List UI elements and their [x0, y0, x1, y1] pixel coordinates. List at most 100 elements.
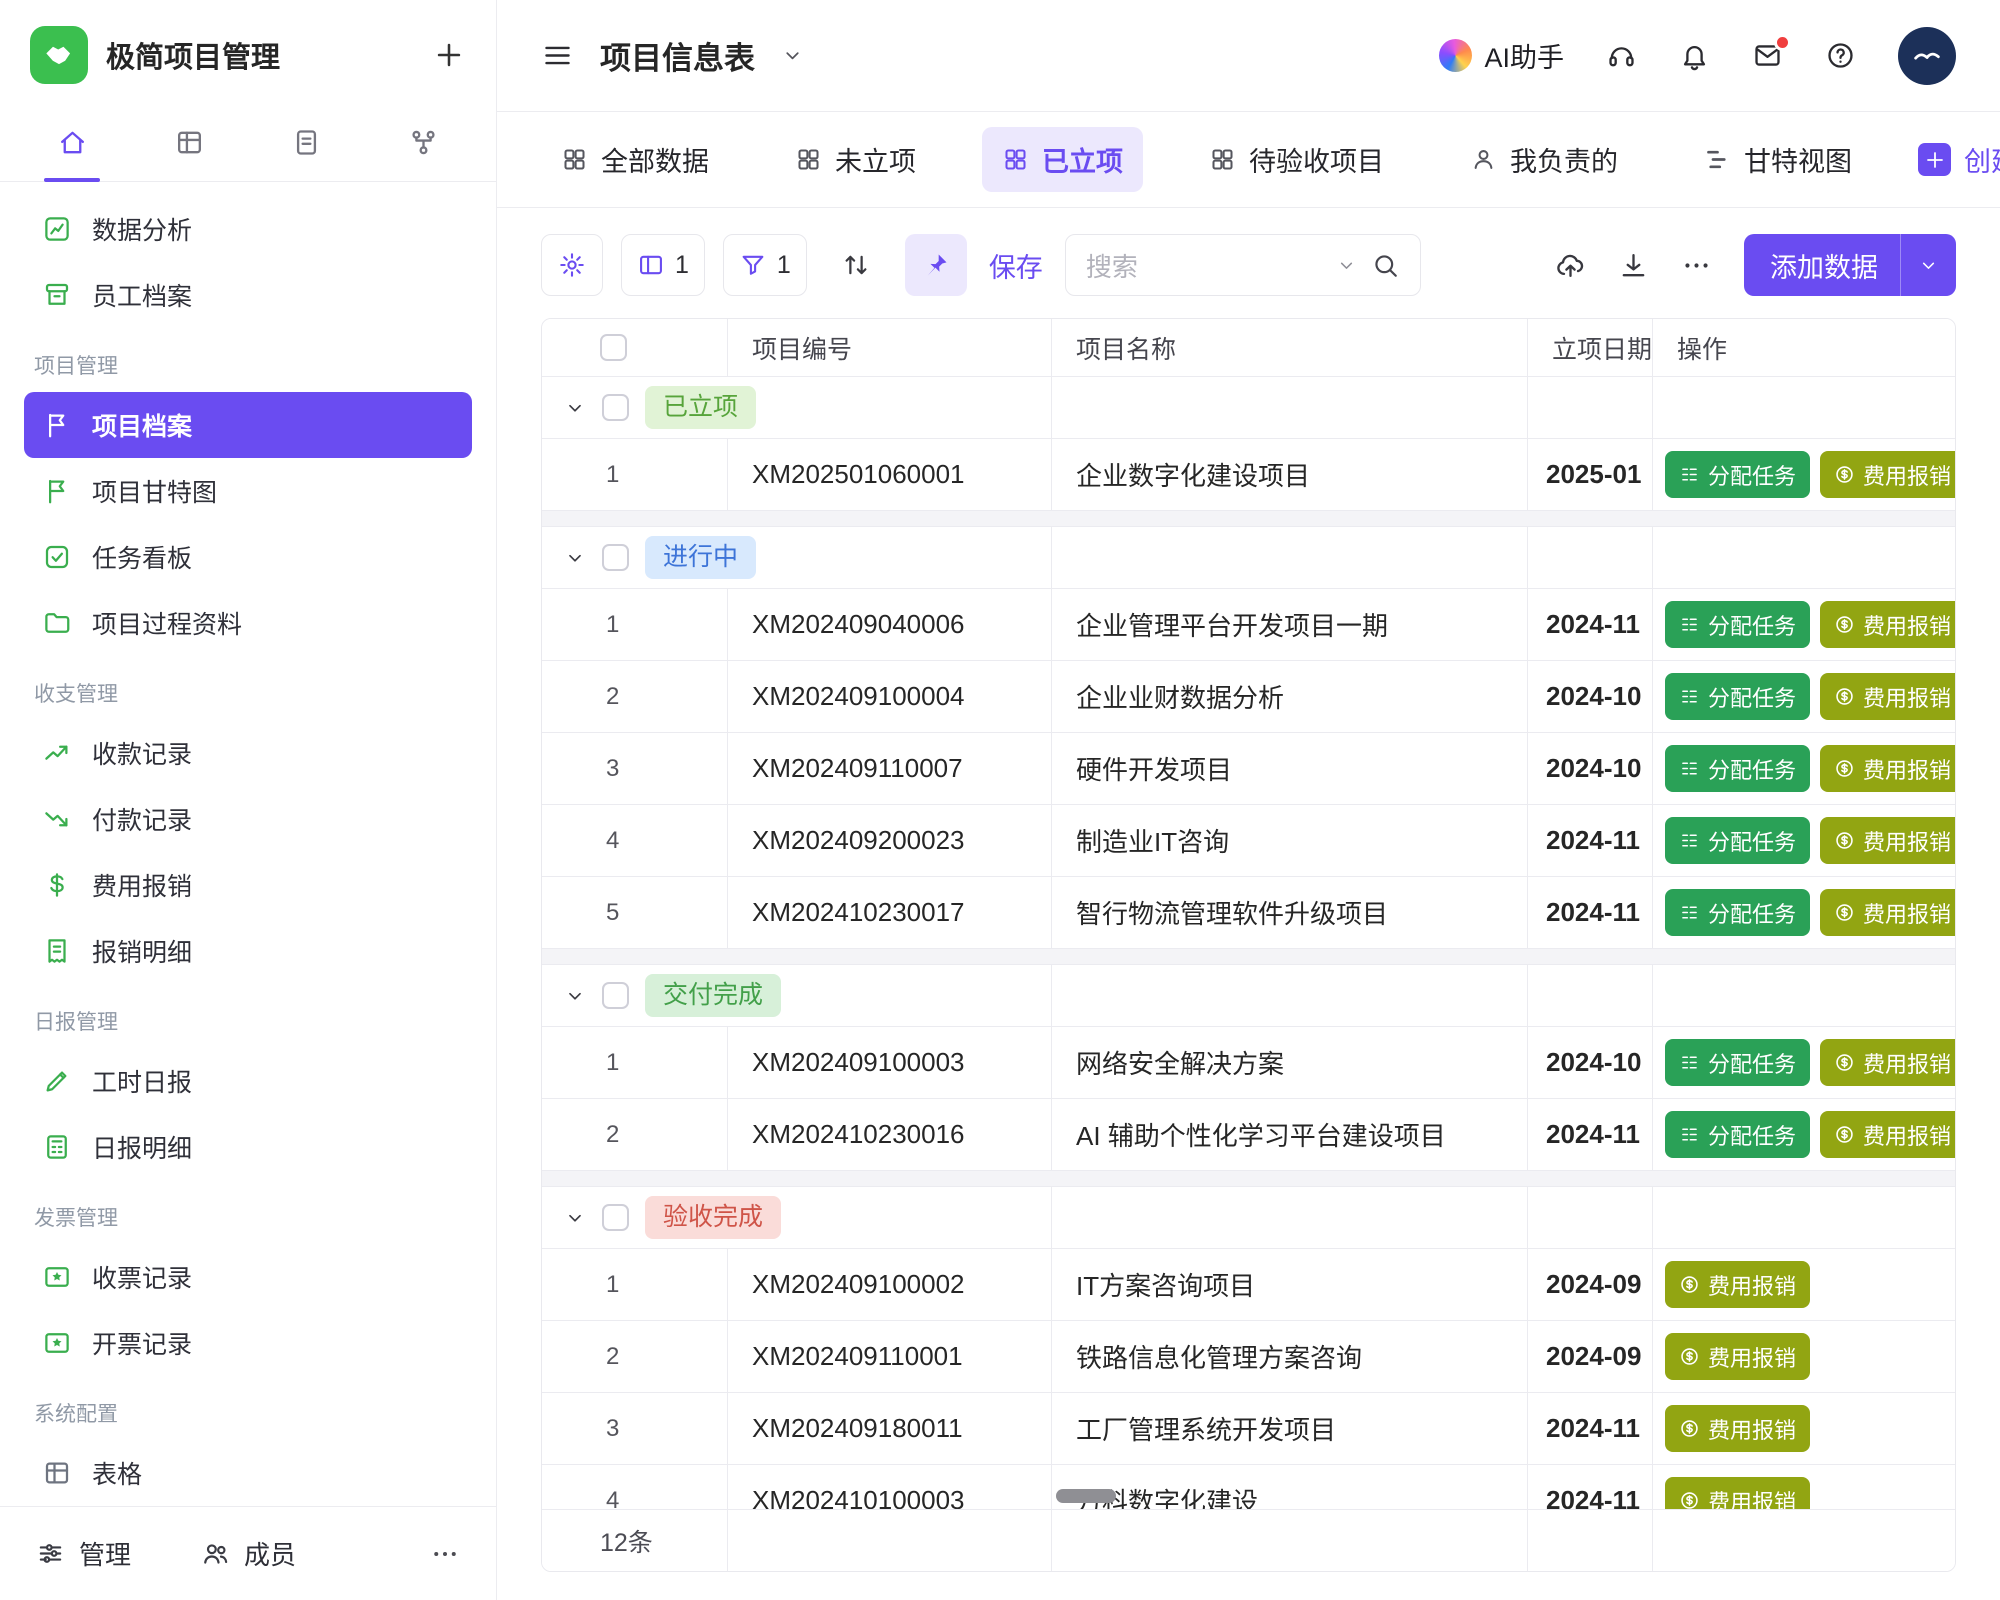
table-row[interactable]: 2XM202410230016AI 辅助个性化学习平台建设项目2024-11分配… [542, 1099, 1955, 1171]
table-row[interactable]: 1XM202501060001企业数字化建设项目2025-01分配任务费用报销 [542, 439, 1955, 511]
chevron-down-icon[interactable] [564, 397, 586, 419]
sidebar-tab-home home-icon[interactable] [40, 104, 104, 181]
expense-report-button[interactable]: 费用报销 [1820, 1111, 1955, 1158]
table-row[interactable]: 5XM202410230017智行物流管理软件升级项目2024-11分配任务费用… [542, 877, 1955, 949]
sidebar-item[interactable]: 费用报销 [24, 852, 472, 918]
gear-icon [558, 251, 586, 279]
column-header-ops[interactable]: 操作 [1653, 319, 1955, 376]
table-row[interactable]: 4XM202409200023制造业IT咨询2024-11分配任务费用报销 [542, 805, 1955, 877]
sidebar-item[interactable]: 员工档案 [24, 262, 472, 328]
table-row[interactable]: 2XM202409110001铁路信息化管理方案咨询2024-09费用报销 [542, 1321, 1955, 1393]
sidebar-item[interactable]: 开票记录 [24, 1310, 472, 1376]
export-button download-icon[interactable] [1618, 250, 1649, 281]
table-row[interactable]: 3XM202409110007硬件开发项目2024-10分配任务费用报销 [542, 733, 1955, 805]
select-all-checkbox[interactable] [600, 334, 627, 361]
sidebar-item[interactable]: 收票记录 [24, 1244, 472, 1310]
sidebar-item[interactable]: 项目过程资料 [24, 590, 472, 656]
assign-task-button[interactable]: 分配任务 [1665, 673, 1810, 720]
assign-task-button[interactable]: 分配任务 [1665, 745, 1810, 792]
field-config-button[interactable]: 1 [621, 234, 705, 296]
expense-report-button[interactable]: 费用报销 [1820, 601, 1955, 648]
sort-button[interactable] [825, 234, 887, 296]
expense-report-button[interactable]: 费用报销 [1820, 1039, 1955, 1086]
pin-button[interactable] [905, 234, 967, 296]
save-button[interactable]: 保存 [985, 234, 1047, 296]
assign-task-button[interactable]: 分配任务 [1665, 451, 1810, 498]
sidebar-item[interactable]: 报销明细 [24, 918, 472, 984]
expense-report-button[interactable]: 费用报销 [1820, 889, 1955, 936]
sidebar-tab-tables table-icon[interactable] [157, 104, 221, 181]
expense-report-button[interactable]: 费用报销 [1665, 1405, 1810, 1452]
add-app-button plus-icon[interactable] [432, 38, 466, 72]
sidebar-tab-flows flow-icon[interactable] [392, 104, 456, 181]
title-chevron-down-icon[interactable] [781, 44, 804, 67]
sidebar-item[interactable]: 任务看板 [24, 524, 472, 590]
sidebar-item[interactable]: 表格 [24, 1440, 472, 1506]
grid-icon [1209, 146, 1236, 173]
chevron-down-icon[interactable] [564, 1207, 586, 1229]
view-tab[interactable]: 全部数据 [541, 127, 729, 192]
search-chevron-down-icon[interactable] [1336, 255, 1357, 276]
toolbar-more-button more-icon[interactable] [1681, 250, 1712, 281]
table-row[interactable]: 1XM202409100002IT方案咨询项目2024-09费用报销 [542, 1249, 1955, 1321]
sidebar-more-button more-icon[interactable] [430, 1539, 460, 1569]
inbox-button mail-icon[interactable] [1752, 40, 1783, 71]
table-row[interactable]: 1XM202409040006企业管理平台开发项目一期2024-11分配任务费用… [542, 589, 1955, 661]
search-icon[interactable] [1371, 251, 1400, 280]
sidebar-item[interactable]: 项目档案 [24, 392, 472, 458]
column-header-date[interactable]: 立项日期 [1528, 319, 1653, 376]
assign-task-button[interactable]: 分配任务 [1665, 1039, 1810, 1086]
assign-task-button[interactable]: 分配任务 [1665, 817, 1810, 864]
filter-button[interactable]: 1 [723, 234, 807, 296]
expense-report-button[interactable]: 费用报销 [1820, 673, 1955, 720]
add-data-button[interactable]: 添加数据 [1744, 234, 1956, 296]
assign-task-button[interactable]: 分配任务 [1665, 1111, 1810, 1158]
ai-assistant-button[interactable]: AI助手 [1439, 36, 1564, 75]
view-tab[interactable]: 已立项 [982, 127, 1143, 192]
view-tab[interactable]: 待验收项目 [1189, 127, 1404, 192]
search-input[interactable]: 搜索 [1065, 234, 1421, 296]
add-data-chevron-down-icon[interactable] [1901, 255, 1956, 276]
sidebar-item[interactable]: 日报明细 [24, 1114, 472, 1180]
table-row[interactable]: 3XM202409180011工厂管理系统开发项目2024-11费用报销 [542, 1393, 1955, 1465]
table-row[interactable]: 2XM202409100004企业业财数据分析2024-10分配任务费用报销 [542, 661, 1955, 733]
expense-report-button[interactable]: 费用报销 [1665, 1333, 1810, 1380]
menu-toggle-button hamburger-icon[interactable] [541, 39, 574, 72]
expense-report-button[interactable]: 费用报销 [1820, 451, 1955, 498]
members-button[interactable]: 成员 [201, 1535, 296, 1572]
user-avatar bird-icon[interactable] [1898, 27, 1956, 85]
cell-project-date: 2024-10 [1528, 661, 1653, 732]
notifications-button bell-icon[interactable] [1679, 40, 1710, 71]
support-button headset-icon[interactable] [1606, 40, 1637, 71]
group-checkbox[interactable] [602, 544, 629, 571]
sidebar-item[interactable]: 项目甘特图 [24, 458, 472, 524]
column-header-code[interactable]: 项目编号 [728, 319, 1052, 376]
assign-task-button[interactable]: 分配任务 [1665, 889, 1810, 936]
create-view-button[interactable]: 创建视图 [1918, 140, 2000, 179]
sidebar-item[interactable]: 付款记录 [24, 786, 472, 852]
chevron-down-icon[interactable] [564, 547, 586, 569]
assign-task-button[interactable]: 分配任务 [1665, 601, 1810, 648]
column-header-name[interactable]: 项目名称 [1052, 319, 1528, 376]
sidebar-item[interactable]: 数据分析 [24, 196, 472, 262]
filter-count: 1 [777, 251, 791, 280]
sidebar-tab-docs doc-icon[interactable] [275, 104, 339, 181]
chevron-down-icon[interactable] [564, 985, 586, 1007]
view-tab[interactable]: 我负责的 [1450, 127, 1638, 192]
group-checkbox[interactable] [602, 394, 629, 421]
horizontal-scrollbar-thumb[interactable] [1056, 1489, 1116, 1503]
table-row[interactable]: 1XM202409100003网络安全解决方案2024-10分配任务费用报销 [542, 1027, 1955, 1099]
manage-button[interactable]: 管理 [36, 1535, 131, 1572]
settings-button[interactable] [541, 234, 603, 296]
sidebar-item[interactable]: 工时日报 [24, 1048, 472, 1114]
view-tab[interactable]: 未立项 [775, 127, 936, 192]
expense-report-button[interactable]: 费用报销 [1820, 817, 1955, 864]
group-checkbox[interactable] [602, 982, 629, 1009]
expense-report-button[interactable]: 费用报销 [1820, 745, 1955, 792]
sidebar-item[interactable]: 收款记录 [24, 720, 472, 786]
expense-report-button[interactable]: 费用报销 [1665, 1261, 1810, 1308]
group-checkbox[interactable] [602, 1204, 629, 1231]
help-button help-icon[interactable] [1825, 40, 1856, 71]
import-button cloud-upload-icon[interactable] [1555, 250, 1586, 281]
view-tab[interactable]: 甘特视图 [1684, 127, 1872, 192]
